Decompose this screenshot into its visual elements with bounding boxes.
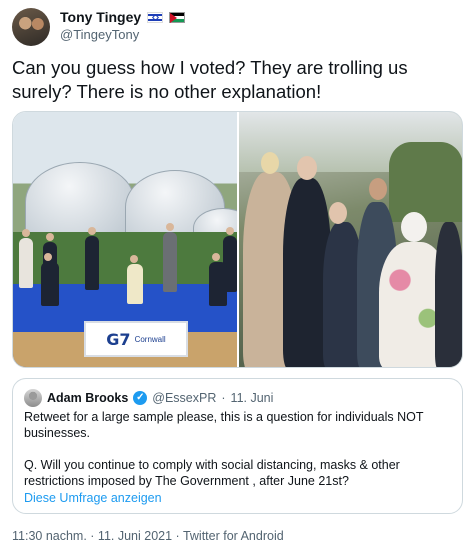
author-handle[interactable]: @TingeyTony	[60, 26, 185, 43]
quoted-date: 11. Juni	[230, 391, 274, 405]
quoted-author-name: Adam Brooks	[47, 391, 129, 405]
person-seated	[127, 255, 143, 304]
person-seated	[209, 253, 227, 306]
author-display-name[interactable]: Tony Tingey	[60, 8, 141, 26]
quoted-separator: ·	[221, 391, 226, 405]
g7-sign-main: G7	[106, 329, 131, 349]
author-avatar[interactable]	[12, 8, 50, 46]
tweet-header: Tony Tingey @TingeyTony	[12, 6, 462, 46]
person	[163, 223, 177, 292]
person	[19, 229, 33, 288]
quoted-author-avatar	[24, 389, 42, 407]
person-head	[329, 202, 347, 224]
person	[85, 227, 99, 290]
g7-sign-sub: Cornwall	[134, 334, 166, 344]
person-head	[401, 212, 427, 242]
quoted-author-handle: @EssexPR	[152, 391, 217, 405]
reception-photo[interactable]	[239, 112, 462, 367]
g7-group-photo[interactable]: G7 Cornwall	[13, 112, 237, 367]
quoted-paragraph: Q. Will you continue to comply with soci…	[24, 458, 400, 488]
tweet-media: G7 Cornwall	[12, 111, 463, 368]
person-head	[261, 152, 279, 174]
author-display-name-row[interactable]: Tony Tingey	[60, 8, 186, 26]
biome-dome	[25, 162, 135, 242]
quoted-tweet[interactable]: Adam Brooks ✓ @EssexPR · 11. Juni Retwee…	[12, 378, 463, 514]
tweet-meta[interactable]: 11:30 nachm. · 11. Juni 2021 · Twitter f…	[12, 529, 284, 543]
person-suit	[435, 222, 462, 367]
person-seated	[41, 253, 59, 306]
quoted-paragraph: Retweet for a large sample please, this …	[24, 410, 424, 440]
quoted-tweet-header: Adam Brooks ✓ @EssexPR · 11. Juni	[24, 389, 273, 407]
tweet-text: Can you guess how I voted? They are trol…	[12, 57, 408, 102]
verified-badge-icon: ✓	[133, 391, 148, 405]
person-head	[369, 178, 387, 200]
author-names: Tony Tingey @TingeyTony	[60, 8, 186, 43]
israel-flag-icon	[147, 11, 164, 23]
show-poll-link[interactable]: Diese Umfrage anzeigen	[24, 491, 162, 505]
palestine-flag-icon	[169, 11, 186, 23]
g7-sign: G7 Cornwall	[84, 321, 188, 357]
person-head	[297, 156, 317, 180]
tree	[389, 142, 462, 222]
